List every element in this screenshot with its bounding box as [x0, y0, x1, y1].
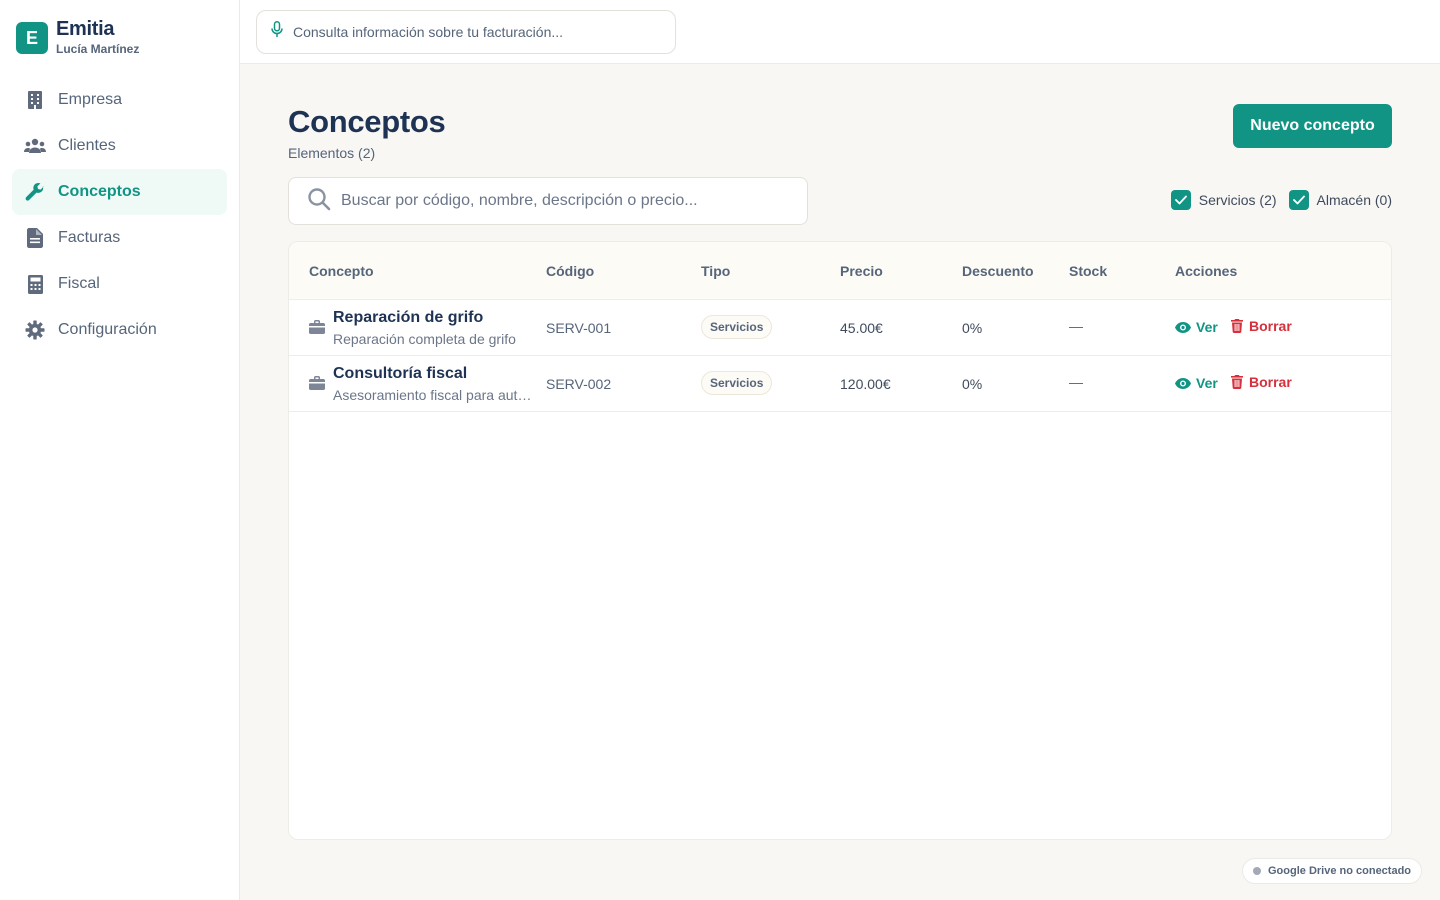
table-row[interactable]: Consultoría fiscal Asesoramiento fiscal …	[289, 356, 1391, 412]
delete-button[interactable]: Borrar	[1231, 318, 1292, 334]
briefcase-icon	[309, 376, 325, 395]
sidebar-item-label: Conceptos	[58, 183, 141, 200]
sidebar-item-empresa[interactable]: Empresa	[12, 77, 227, 123]
filter-label: Almacén (0)	[1316, 192, 1392, 208]
brand-name: Emitia	[56, 18, 115, 40]
trash-icon	[1231, 375, 1243, 389]
concept-discount: 0%	[962, 376, 983, 392]
concept-discount: 0%	[962, 320, 983, 336]
assistant-placeholder: Consulta información sobre tu facturació…	[293, 24, 564, 40]
sidebar-item-label: Clientes	[58, 137, 116, 154]
search-input[interactable]: Buscar por código, nombre, descripción o…	[288, 177, 808, 225]
search-placeholder: Buscar por código, nombre, descripción o…	[341, 192, 698, 209]
eye-icon	[1175, 321, 1191, 333]
eye-icon	[1175, 377, 1191, 389]
column-header-acciones: Acciones	[1175, 263, 1238, 279]
current-user-name: Lucía Martínez	[56, 42, 140, 56]
filter-almacen[interactable]: Almacén (0)	[1288, 190, 1392, 210]
search-icon	[307, 187, 331, 216]
checkbox-checked-icon[interactable]	[1170, 190, 1191, 210]
items-count: Elementos (2)	[288, 145, 376, 161]
sidebar-item-label: Fiscal	[58, 275, 100, 292]
sidebar-item-fiscal[interactable]: Fiscal	[12, 261, 227, 307]
calculator-icon	[24, 273, 46, 295]
concept-stock: —	[1069, 318, 1083, 334]
gdrive-status-label: Google Drive no conectado	[1268, 865, 1412, 877]
new-concept-button[interactable]: Nuevo concepto	[1233, 104, 1392, 148]
building-icon	[24, 89, 46, 111]
filter-servicios[interactable]: Servicios (2)	[1170, 190, 1277, 210]
table-row[interactable]: Reparación de grifo Reparación completa …	[289, 300, 1391, 356]
assistant-query-input[interactable]: Consulta información sobre tu facturació…	[256, 10, 676, 54]
delete-button[interactable]: Borrar	[1231, 374, 1292, 390]
type-badge: Servicios	[701, 371, 773, 395]
users-icon	[24, 135, 46, 157]
gear-icon	[24, 319, 46, 341]
concept-description: Reparación completa de grifo	[333, 331, 516, 347]
view-label: Ver	[1196, 319, 1218, 335]
concept-price: 120.00€	[840, 376, 891, 392]
concept-description: Asesoramiento fiscal para autónomos	[333, 387, 538, 403]
concepts-table: Concepto Código Tipo Precio Descuento St…	[288, 241, 1392, 840]
sidebar: E Emitia Lucía Martínez Empresa Clientes…	[0, 0, 240, 900]
sidebar-item-conceptos[interactable]: Conceptos	[12, 169, 227, 215]
file-icon	[24, 227, 46, 249]
column-header-precio[interactable]: Precio	[840, 263, 883, 279]
sidebar-item-configuracion[interactable]: Configuración	[12, 307, 227, 353]
sidebar-item-clientes[interactable]: Clientes	[12, 123, 227, 169]
type-badge: Servicios	[701, 315, 773, 339]
column-header-descuento[interactable]: Descuento	[962, 263, 1034, 279]
concept-code: SERV-002	[546, 376, 612, 392]
column-header-stock[interactable]: Stock	[1069, 263, 1107, 279]
concept-name: Reparación de grifo	[333, 309, 484, 326]
table-header: Concepto Código Tipo Precio Descuento St…	[289, 242, 1391, 300]
view-label: Ver	[1196, 375, 1218, 391]
gdrive-status-badge[interactable]: Google Drive no conectado	[1242, 858, 1423, 884]
sidebar-item-label: Configuración	[58, 321, 157, 338]
concept-name: Consultoría fiscal	[333, 365, 468, 382]
type-filters: Servicios (2) Almacén (0)	[1159, 190, 1392, 210]
sidebar-nav: Empresa Clientes Conceptos Facturas Fisc…	[12, 77, 227, 353]
wrench-icon	[24, 181, 46, 203]
concept-stock: —	[1069, 374, 1083, 390]
page-title: Conceptos	[288, 104, 446, 139]
trash-icon	[1231, 319, 1243, 333]
column-header-concepto[interactable]: Concepto	[309, 263, 374, 279]
delete-label: Borrar	[1249, 374, 1292, 390]
brand[interactable]: E Emitia Lucía Martínez	[16, 18, 140, 56]
topbar: Consulta información sobre tu facturació…	[240, 0, 1440, 64]
concept-price: 45.00€	[840, 320, 883, 336]
column-header-codigo[interactable]: Código	[546, 263, 594, 279]
filter-label: Servicios (2)	[1198, 192, 1277, 208]
briefcase-icon	[309, 320, 325, 339]
microphone-icon[interactable]	[271, 21, 283, 43]
column-header-tipo[interactable]: Tipo	[701, 263, 730, 279]
delete-label: Borrar	[1249, 318, 1292, 334]
status-dot-icon	[1253, 867, 1261, 875]
sidebar-item-label: Facturas	[58, 229, 121, 246]
sidebar-item-facturas[interactable]: Facturas	[12, 215, 227, 261]
view-button[interactable]: Ver	[1175, 375, 1218, 391]
sidebar-item-label: Empresa	[58, 91, 123, 108]
view-button[interactable]: Ver	[1175, 319, 1218, 335]
checkbox-checked-icon[interactable]	[1288, 190, 1309, 210]
brand-logo: E	[16, 22, 48, 54]
concept-code: SERV-001	[546, 320, 612, 336]
